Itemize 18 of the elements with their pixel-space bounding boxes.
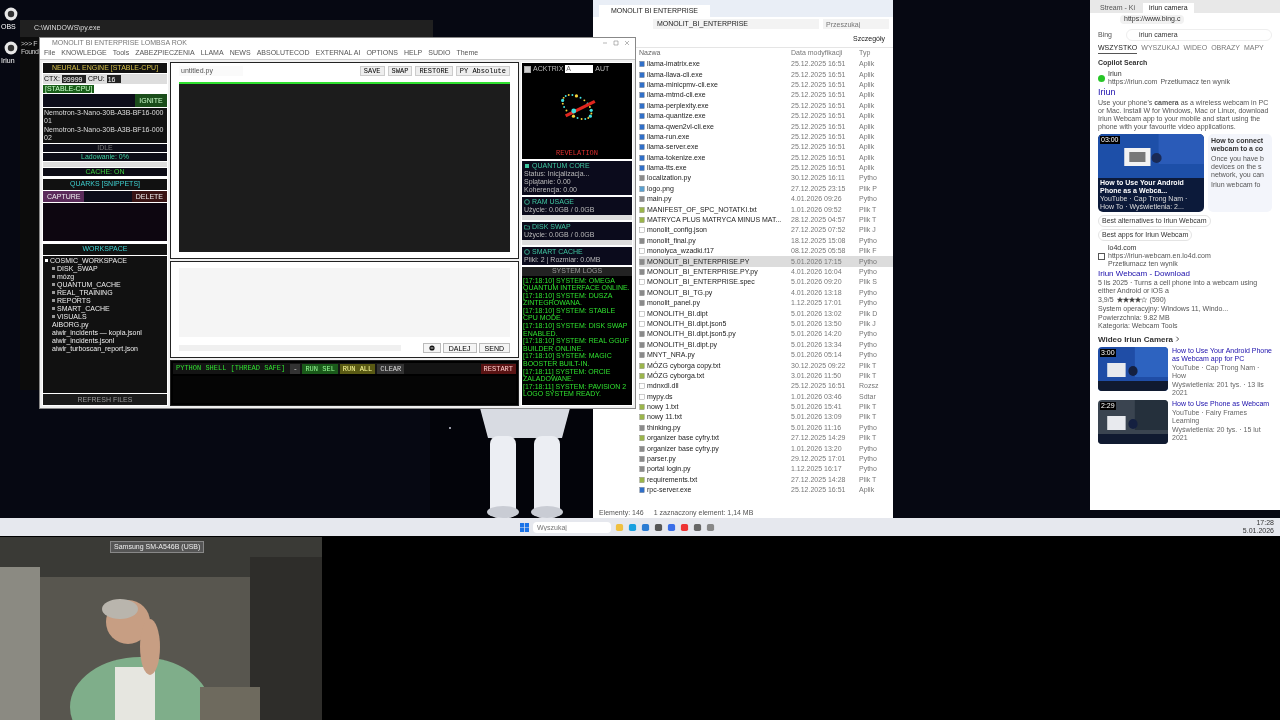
site-icon (1098, 74, 1105, 82)
chip-icon (524, 163, 530, 169)
gauge-icon (524, 199, 530, 206)
model-field[interactable] (43, 94, 135, 108)
result-title[interactable]: Iriun Webcam - Download (1098, 269, 1272, 279)
gauge-icon (524, 249, 530, 256)
chevron-icon[interactable] (1175, 336, 1181, 343)
site-icon (1098, 252, 1105, 260)
result-title[interactable]: Iriun (1098, 87, 1272, 98)
section-title[interactable]: Wideo Iriun Camera (1098, 334, 1174, 344)
app-icon[interactable] (3, 40, 19, 56)
checkbox[interactable] (524, 65, 531, 73)
stop-icon (428, 345, 435, 351)
folder-icon (524, 224, 530, 231)
stop-button[interactable] (422, 343, 441, 353)
start-icon[interactable] (520, 522, 529, 532)
app-icon[interactable] (3, 6, 19, 22)
window-controls-icon[interactable] (601, 40, 631, 46)
